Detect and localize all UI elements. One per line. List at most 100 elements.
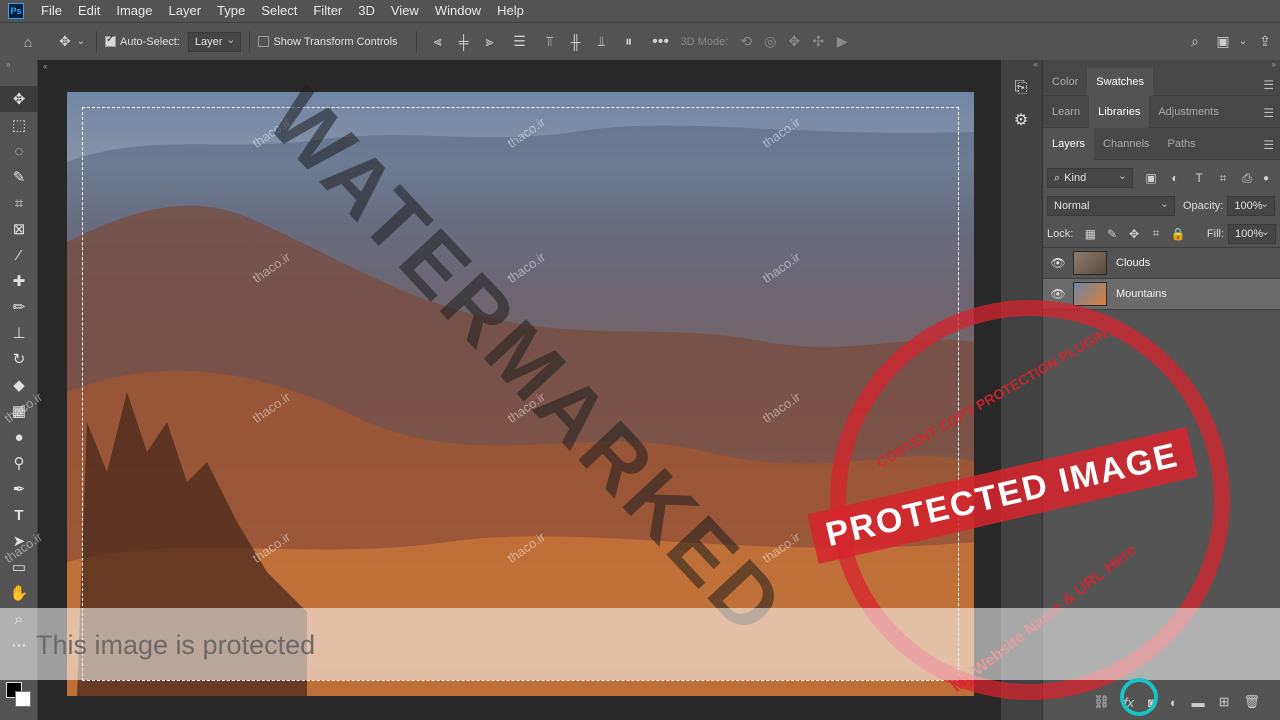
home-icon[interactable]: ⌂: [0, 34, 56, 50]
tab-swatches[interactable]: Swatches: [1087, 67, 1153, 96]
collapse-tools-icon[interactable]: »: [0, 60, 37, 70]
move-tool-preset-icon[interactable]: ✥: [56, 33, 74, 50]
layer-name: Mountains: [1116, 288, 1167, 300]
align-bottom-icon[interactable]: ⫫: [589, 33, 615, 50]
opacity-input[interactable]: 100%: [1227, 196, 1276, 216]
menu-type[interactable]: Type: [209, 0, 253, 22]
shape-filter-icon[interactable]: ⌗: [1211, 171, 1235, 186]
lock-image-icon[interactable]: ✎: [1101, 227, 1123, 241]
properties-panel-icon[interactable]: ⚙: [1001, 104, 1041, 136]
align-middle-icon[interactable]: ╫: [563, 34, 589, 50]
3d-roll-icon[interactable]: ◎: [758, 33, 782, 50]
blur-tool-icon[interactable]: ●: [0, 424, 38, 450]
crop-tool-icon[interactable]: ⌗: [0, 190, 38, 216]
dodge-tool-icon[interactable]: ⚲: [0, 450, 38, 476]
type-tool-icon[interactable]: T: [0, 502, 38, 528]
lock-transparent-icon[interactable]: ▦: [1079, 227, 1101, 241]
eyedropper-tool-icon[interactable]: ⁄: [0, 242, 38, 268]
fill-label: Fill:: [1206, 227, 1225, 240]
type-filter-icon[interactable]: T: [1187, 171, 1211, 185]
auto-select-label: Auto-Select:: [120, 35, 180, 48]
link-layers-icon[interactable]: ⛓: [1093, 694, 1110, 710]
lock-row: Lock: ▦ ✎ ✥ ⌗ 🔒 Fill: 100%: [1043, 220, 1280, 248]
align-left-icon[interactable]: ⫷: [425, 33, 451, 50]
tab-channels[interactable]: Channels: [1094, 128, 1158, 160]
frame-tool-icon[interactable]: ⊠: [0, 216, 38, 242]
3d-pan-icon[interactable]: ✥: [782, 33, 806, 50]
filter-kind-dropdown[interactable]: ⌕ Kind: [1047, 168, 1133, 188]
tab-layers[interactable]: Layers: [1043, 127, 1095, 160]
menu-select[interactable]: Select: [253, 0, 305, 22]
filter-toggle-icon[interactable]: ●: [1259, 173, 1273, 184]
3d-slide-icon[interactable]: ✣: [806, 33, 830, 50]
lasso-tool-icon[interactable]: ◌: [0, 138, 38, 164]
align-top-icon[interactable]: ⫪: [537, 33, 563, 50]
canvas-collapse-icon[interactable]: «: [39, 60, 51, 73]
pixel-filter-icon[interactable]: ▣: [1139, 171, 1163, 185]
search-icon: ⌕: [1054, 171, 1061, 184]
layer-row-clouds[interactable]: 👁 Clouds: [1043, 248, 1280, 279]
layer-thumbnail: [1073, 282, 1107, 306]
blend-mode-dropdown[interactable]: Normal: [1047, 196, 1175, 216]
menu-layer[interactable]: Layer: [161, 0, 210, 22]
auto-select-checkbox[interactable]: [105, 34, 116, 47]
move-tool-icon[interactable]: ✥: [0, 86, 38, 112]
tab-adjustments[interactable]: Adjustments: [1149, 96, 1228, 128]
healing-brush-tool-icon[interactable]: ✚: [0, 268, 38, 294]
adjustment-filter-icon[interactable]: ◐: [1163, 171, 1187, 185]
menu-filter[interactable]: Filter: [305, 0, 350, 22]
eye-icon[interactable]: 👁: [1043, 287, 1073, 301]
more-options-icon[interactable]: •••: [643, 33, 679, 51]
hand-tool-icon[interactable]: ✋: [0, 580, 38, 606]
tab-libraries[interactable]: Libraries: [1089, 95, 1150, 128]
tab-paths[interactable]: Paths: [1159, 128, 1205, 160]
menu-view[interactable]: View: [383, 0, 427, 22]
smart-object-filter-icon[interactable]: ⎙: [1235, 171, 1259, 186]
menu-3d[interactable]: 3D: [350, 0, 383, 22]
menu-window[interactable]: Window: [427, 0, 489, 22]
lock-artboard-icon[interactable]: ⌗: [1145, 226, 1167, 241]
history-panel-icon[interactable]: ⎘: [1001, 72, 1041, 104]
auto-select-dropdown[interactable]: Layer: [187, 31, 242, 52]
panel-menu-icon[interactable]: ☰: [1263, 106, 1274, 120]
panel-menu-icon[interactable]: ☰: [1263, 138, 1274, 152]
align-right-icon[interactable]: ⫸: [477, 33, 503, 50]
menu-help[interactable]: Help: [489, 0, 532, 22]
menu-file[interactable]: File: [33, 0, 70, 22]
search-icon[interactable]: ⌕: [1180, 33, 1210, 50]
3d-scale-icon[interactable]: ▶: [830, 33, 854, 50]
align-center-icon[interactable]: ╪: [451, 34, 477, 50]
share-icon[interactable]: ⇪: [1250, 33, 1280, 50]
marquee-tool-icon[interactable]: ⬚: [0, 112, 38, 138]
workspace-icon[interactable]: ▣: [1210, 33, 1236, 50]
collapse-strip-icon[interactable]: «: [1001, 60, 1042, 72]
background-color-swatch[interactable]: [15, 691, 31, 707]
workspace-chevron-icon[interactable]: ⌄: [1236, 36, 1250, 47]
stamp-tool-icon[interactable]: ⊥: [0, 320, 38, 346]
chevron-down-icon[interactable]: ⌄: [74, 36, 88, 47]
delete-layer-icon[interactable]: 🗑: [1243, 694, 1260, 710]
tab-color[interactable]: Color: [1043, 68, 1087, 96]
3d-mode-label: 3D Mode:: [680, 35, 729, 48]
tab-learn[interactable]: Learn: [1043, 96, 1089, 128]
quick-select-tool-icon[interactable]: ✎: [0, 164, 38, 190]
brush-tool-icon[interactable]: ✏: [0, 294, 38, 320]
fill-input[interactable]: 100%: [1228, 223, 1277, 244]
new-layer-icon[interactable]: ⊞: [1219, 694, 1230, 710]
lock-position-icon[interactable]: ✥: [1123, 227, 1145, 241]
pen-tool-icon[interactable]: ✒: [0, 476, 38, 502]
distribute-icon[interactable]: ☰: [503, 33, 537, 50]
3d-rotate-icon[interactable]: ⟲: [734, 33, 758, 50]
adjustment-layer-icon[interactable]: ◐: [1170, 695, 1178, 710]
new-group-icon[interactable]: ▬: [1192, 695, 1205, 710]
distribute-vertical-icon[interactable]: ⏸: [615, 33, 643, 50]
menu-image[interactable]: Image: [108, 0, 160, 22]
menu-bar: Ps File Edit Image Layer Type Select Fil…: [0, 0, 1280, 22]
history-brush-tool-icon[interactable]: ↻: [0, 346, 38, 372]
menu-edit[interactable]: Edit: [70, 0, 108, 22]
eye-icon[interactable]: 👁: [1043, 256, 1073, 270]
show-transform-label: Show Transform Controls: [273, 35, 398, 48]
panel-menu-icon[interactable]: ☰: [1263, 78, 1274, 92]
show-transform-checkbox[interactable]: [258, 36, 270, 47]
lock-all-icon[interactable]: 🔒: [1167, 227, 1189, 241]
